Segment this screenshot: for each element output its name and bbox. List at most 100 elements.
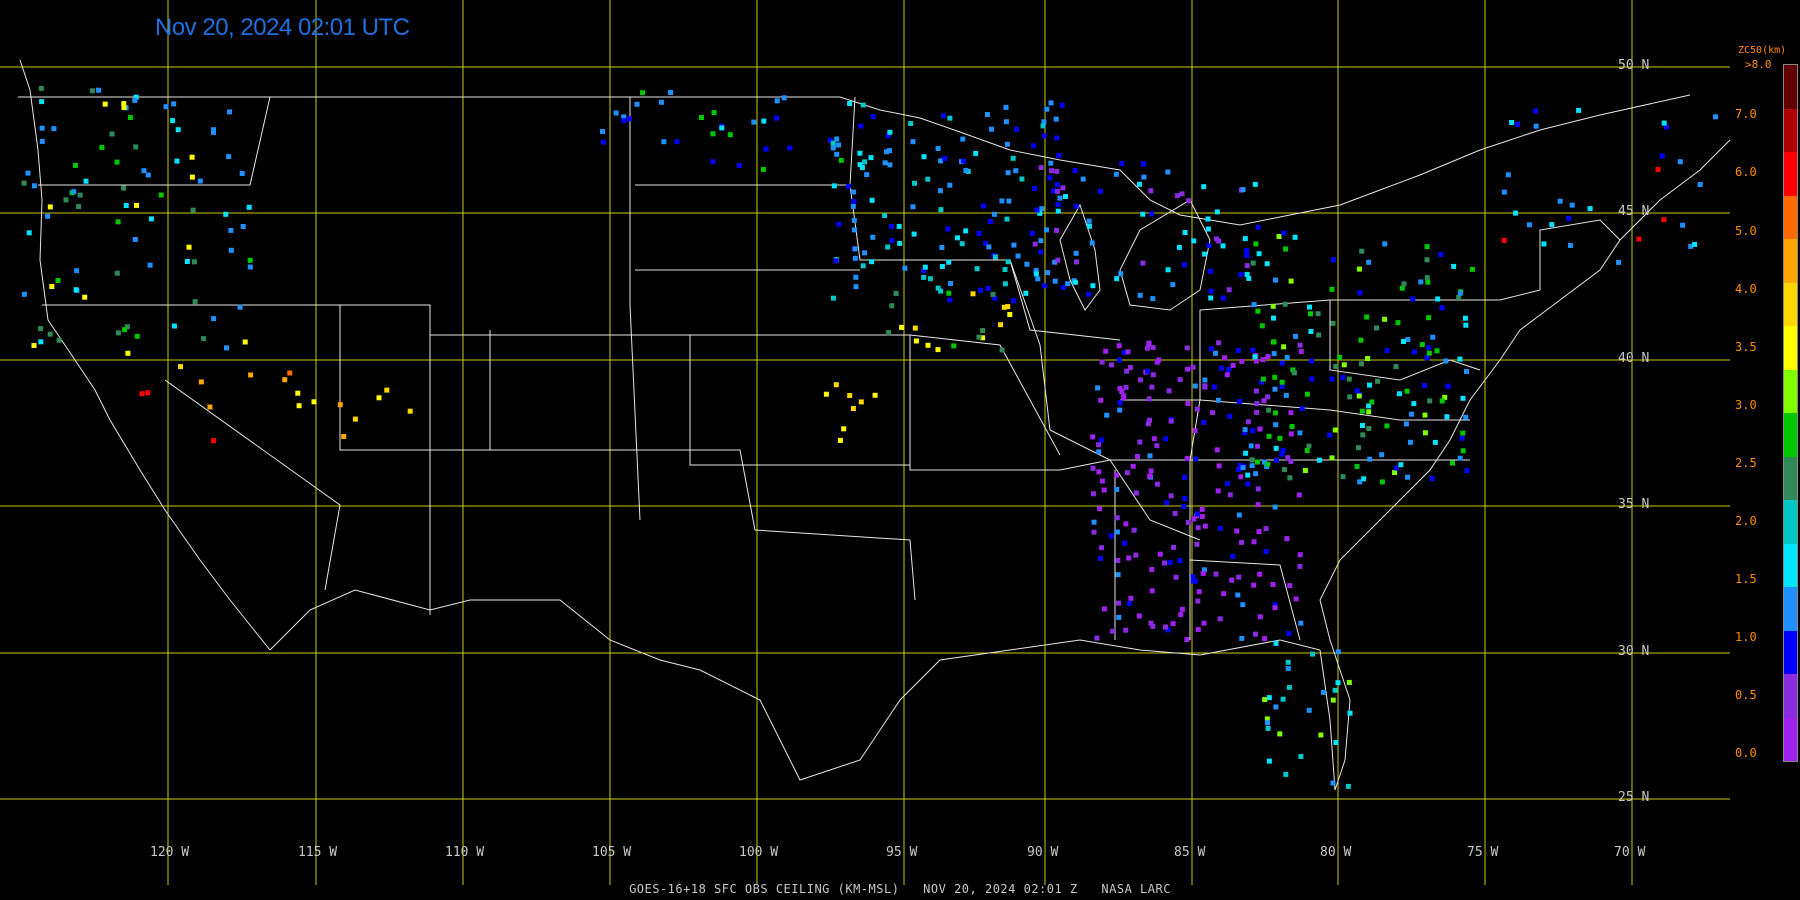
station-dot (1249, 457, 1255, 463)
station-dot (1165, 267, 1171, 273)
station-dot (1011, 242, 1017, 248)
station-dot (1282, 301, 1288, 307)
station-dot (132, 97, 138, 103)
station-dot (1285, 665, 1291, 671)
station-dot (99, 144, 105, 150)
station-dot (192, 299, 198, 305)
station-dot (1149, 211, 1155, 217)
station-dot (1125, 349, 1131, 355)
station-dot (1003, 104, 1009, 110)
station-dot (242, 339, 248, 345)
station-dot (902, 265, 908, 271)
station-dot (1222, 355, 1228, 361)
station-dot (884, 149, 889, 155)
legend-color-segment (1784, 108, 1797, 152)
station-dot (1340, 474, 1346, 480)
station-dot (841, 426, 847, 432)
station-dot (1347, 710, 1353, 716)
station-dot (1265, 461, 1271, 467)
station-dot (1174, 193, 1180, 199)
station-dot (1195, 525, 1201, 531)
station-dot (1136, 613, 1142, 619)
station-dot (1202, 251, 1208, 257)
station-dot (71, 189, 77, 195)
station-dot (1469, 266, 1475, 272)
station-dot (833, 382, 839, 388)
station-dot (1361, 476, 1367, 482)
map-timestamp-title: Nov 20, 2024 02:01 UTC (155, 14, 410, 41)
station-dot (1089, 240, 1095, 246)
station-dot (1367, 456, 1373, 462)
station-dot (1170, 282, 1176, 288)
station-dot (31, 183, 37, 189)
station-dot (845, 183, 851, 189)
station-dot (1692, 241, 1698, 247)
station-dot (1044, 227, 1049, 233)
legend-color-segment (1784, 369, 1797, 413)
station-dot (1254, 401, 1260, 407)
latitude-label: 40 N (1618, 351, 1650, 366)
station-dot (978, 287, 983, 293)
station-dot (896, 223, 902, 229)
station-dot (1283, 392, 1289, 398)
station-dot (1091, 491, 1096, 497)
station-dot (1369, 399, 1375, 405)
station-dot (1090, 465, 1096, 471)
station-dot (1091, 519, 1097, 525)
station-dot (1240, 602, 1246, 608)
station-dot (47, 331, 53, 337)
legend-color-segment (1784, 630, 1797, 674)
station-dot (1287, 583, 1293, 589)
station-dot (1438, 252, 1444, 257)
station-dot (1121, 395, 1127, 401)
station-dot (1292, 234, 1298, 240)
station-dot (1054, 182, 1060, 188)
station-dot (1460, 448, 1466, 454)
station-dot (1281, 467, 1287, 473)
station-dot (1306, 707, 1312, 713)
station-dot (836, 142, 842, 148)
state-borders (18, 59, 1731, 791)
station-dot (1616, 259, 1622, 265)
station-dot (1257, 426, 1263, 432)
station-dot (163, 104, 169, 110)
station-dot (912, 325, 918, 331)
legend-color-segment (1784, 282, 1797, 326)
station-dot (1099, 545, 1104, 551)
station-dot (1151, 436, 1157, 442)
station-dot (1149, 588, 1155, 594)
station-dot (1103, 348, 1109, 354)
station-dot (1429, 476, 1435, 482)
station-dot (951, 343, 957, 349)
station-dot (1102, 606, 1107, 612)
legend-label: 6.0 (1735, 165, 1757, 179)
station-dot (96, 87, 101, 93)
station-dot (1298, 620, 1304, 626)
station-dot (862, 159, 868, 165)
station-dot (960, 136, 966, 142)
station-dot (1014, 126, 1019, 132)
station-dot (1097, 506, 1103, 512)
station-dot (1250, 260, 1256, 266)
station-dot (38, 339, 44, 345)
station-dot (889, 238, 895, 244)
station-dot (1264, 261, 1270, 267)
station-dot (1359, 248, 1365, 254)
station-dot (935, 146, 941, 151)
station-dot (1393, 364, 1399, 370)
station-dot (1395, 320, 1401, 326)
station-dot (1460, 395, 1466, 401)
station-dot (1210, 410, 1215, 416)
station-dot (1109, 362, 1114, 368)
station-dot (1407, 439, 1413, 445)
station-dot (1288, 410, 1294, 416)
station-dot (1250, 347, 1256, 353)
station-dot (139, 391, 145, 397)
station-dot (1346, 679, 1352, 685)
station-dot (1307, 304, 1312, 310)
station-dot (1137, 292, 1143, 298)
station-dot (945, 226, 951, 232)
station-dot (1451, 263, 1457, 269)
station-dot (1060, 185, 1066, 191)
station-dot (1235, 592, 1241, 598)
